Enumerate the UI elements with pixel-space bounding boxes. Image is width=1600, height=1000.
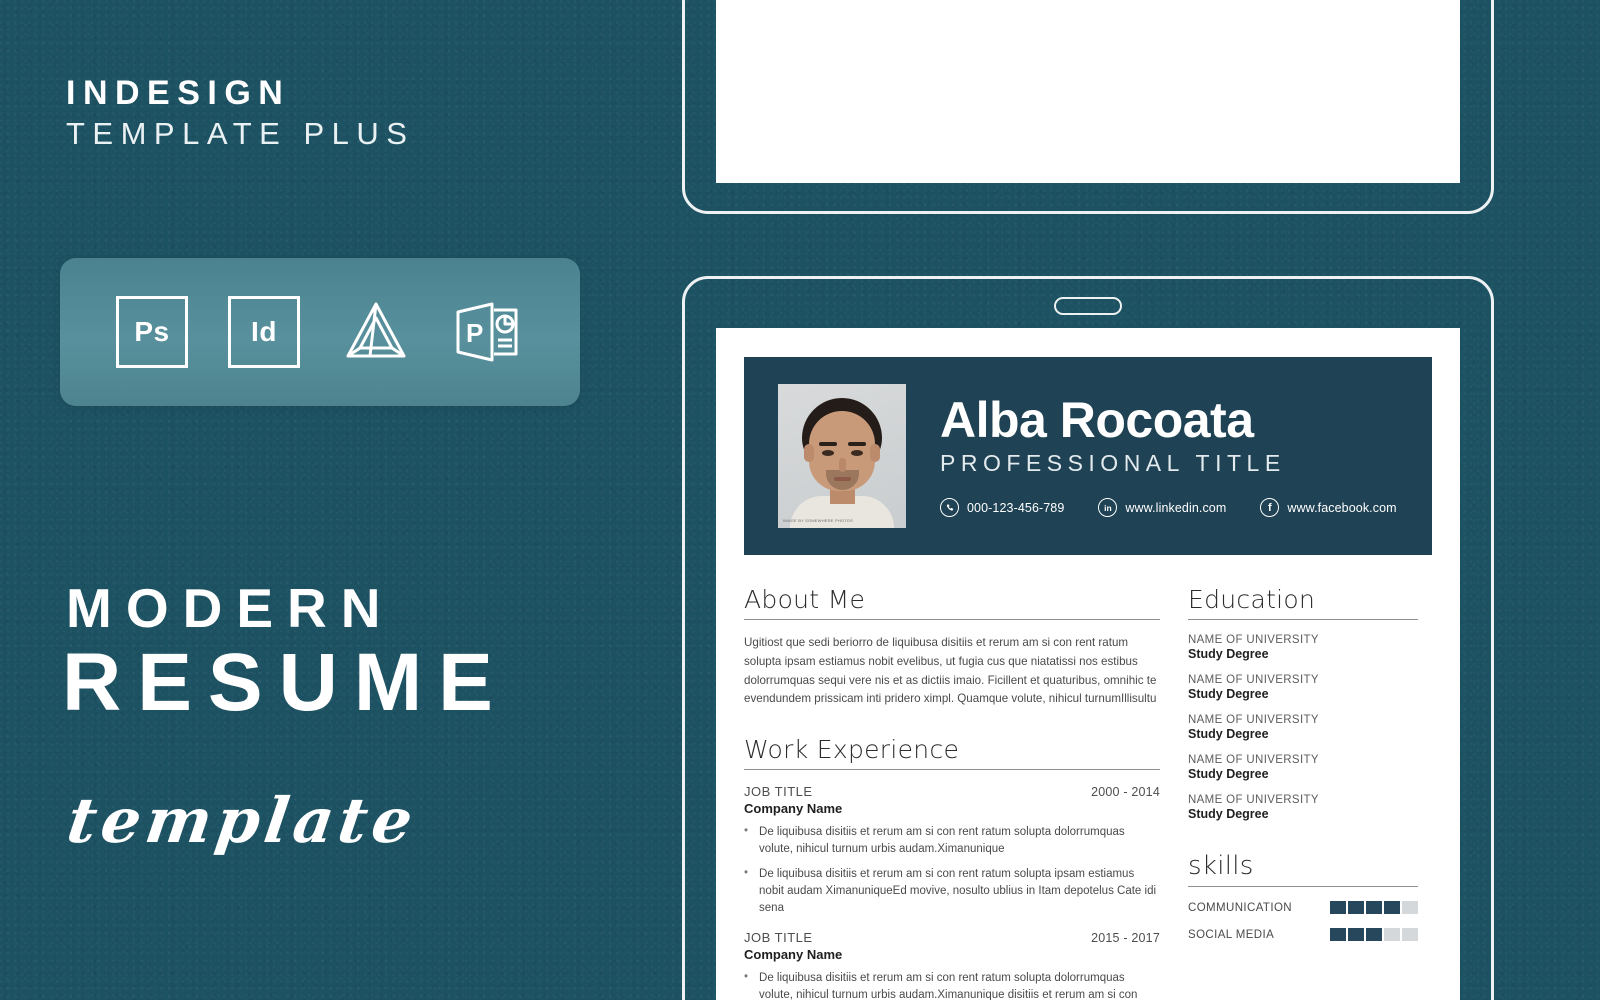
device-speaker-icon (1054, 297, 1122, 315)
resume-header: IMAGE BY SOMEWHERE PHOTOS Alba Rocoata P… (744, 357, 1432, 555)
phone-icon (940, 498, 959, 517)
section-title-about: About Me (744, 585, 1160, 620)
linkedin-icon: in (1098, 498, 1118, 517)
skill-label: COMMUNICATION (1188, 901, 1293, 914)
education-degree: Study Degree (1188, 767, 1269, 781)
indesign-icon-label: Id (228, 296, 300, 368)
education-degree: Study Degree (1188, 647, 1269, 661)
list-item: • De liquibusa disitiis et rerum am si c… (744, 866, 1160, 916)
job-title: JOB TITLE (744, 784, 813, 800)
list-item: • De liquibusa disitiis et rerum am si c… (744, 970, 1160, 1000)
promo-script-template: template (62, 784, 422, 857)
section-title-education: Education (1188, 585, 1418, 620)
education-item: NAME OF UNIVERSITY Study Degree (1188, 714, 1418, 741)
page-title: Alba Rocoata (940, 392, 1254, 448)
about-paragraph: Ugitiost que sedi beriorro de liquibusa … (744, 636, 1157, 706)
job-company: Company Name (744, 947, 843, 963)
promo-title-modern: MODERN (66, 577, 395, 639)
contact-row: 000-123-456-789 in www.linkedin.com f ww… (940, 498, 1397, 517)
promo-kicker-bold: INDESIGN (66, 74, 291, 112)
education-university: NAME OF UNIVERSITY (1188, 634, 1319, 646)
resume-page-main: IMAGE BY SOMEWHERE PHOTOS Alba Rocoata P… (716, 328, 1460, 1000)
job-entry: JOB TITLE 2015 - 2017 Company Name • De … (744, 930, 1160, 1000)
education-degree: Study Degree (1188, 807, 1269, 821)
promo-title-resume: RESUME (62, 637, 509, 728)
contact-linkedin-text: www.linkedin.com (1125, 500, 1227, 515)
bullet-text: De liquibusa disitiis et rerum am si con… (759, 826, 1125, 855)
job-date: 2015 - 2017 (1091, 931, 1160, 946)
job-company: Company Name (744, 801, 843, 817)
photo-watermark: IMAGE BY SOMEWHERE PHOTOS (783, 517, 853, 523)
avatar: IMAGE BY SOMEWHERE PHOTOS (778, 384, 906, 528)
promo-panel: INDESIGN TEMPLATE PLUS Ps Id P MODERN RE… (0, 0, 660, 1000)
bullet-dot: • (744, 971, 749, 984)
section-title-skills: skills (1188, 851, 1418, 887)
svg-text:P: P (466, 318, 483, 348)
resume-side-column: Education NAME OF UNIVERSITY Study Degre… (1188, 585, 1418, 1000)
publisher-icon: P (452, 296, 524, 368)
skill-rating (1330, 928, 1418, 941)
bullet-text: De liquibusa disitiis et rerum am si con… (759, 972, 1138, 1000)
device-mockup-bottom: IMAGE BY SOMEWHERE PHOTOS Alba Rocoata P… (682, 276, 1494, 1000)
education-degree: Study Degree (1188, 687, 1269, 701)
skill-row: SOCIAL MEDIA (1188, 928, 1418, 941)
job-title: JOB TITLE (744, 930, 813, 946)
affinity-designer-icon (340, 296, 412, 368)
resume-body: About Me Ugitiost que sedi beriorro de l… (744, 585, 1432, 1000)
contact-facebook[interactable]: f www.facebook.com (1260, 498, 1397, 517)
skill-row: COMMUNICATION (1188, 901, 1418, 914)
job-date: 2000 - 2014 (1091, 785, 1160, 800)
bullet-dot: • (744, 825, 749, 838)
compatible-apps-badge: Ps Id P (60, 258, 580, 406)
indesign-icon: Id (228, 296, 300, 368)
bullet-text: De liquibusa disitiis et rerum am si con… (759, 868, 1157, 914)
facebook-icon: f (1260, 498, 1280, 517)
bullet-dot: • (744, 867, 749, 880)
contact-facebook-text: www.facebook.com (1287, 500, 1397, 515)
education-item: NAME OF UNIVERSITY Study Degree (1188, 674, 1418, 701)
device-mockup-top: • volute, nihicul turnum urbis audam.Xim… (682, 0, 1494, 214)
education-university: NAME OF UNIVERSITY (1188, 794, 1319, 806)
education-university: NAME OF UNIVERSITY (1188, 674, 1319, 686)
education-item: NAME OF UNIVERSITY Study Degree (1188, 754, 1418, 781)
skill-rating (1330, 901, 1418, 914)
education-item: NAME OF UNIVERSITY Study Degree (1188, 634, 1418, 661)
contact-linkedin[interactable]: in www.linkedin.com (1098, 498, 1226, 517)
photoshop-icon: Ps (116, 296, 188, 368)
education-item: NAME OF UNIVERSITY Study Degree (1188, 794, 1418, 821)
professional-title: PROFESSIONAL TITLE (940, 450, 1286, 476)
section-title-work: Work Experience (744, 735, 1160, 771)
job-entry: JOB TITLE 2000 - 2014 Company Name • De … (744, 784, 1160, 916)
list-item: • De liquibusa disitiis et rerum am si c… (744, 824, 1160, 857)
promo-kicker-light: TEMPLATE PLUS (66, 116, 415, 151)
photoshop-icon-label: Ps (116, 296, 188, 368)
skill-label: SOCIAL MEDIA (1188, 928, 1275, 941)
education-degree: Study Degree (1188, 727, 1269, 741)
contact-phone[interactable]: 000-123-456-789 (940, 498, 1064, 517)
education-university: NAME OF UNIVERSITY (1188, 714, 1319, 726)
contact-phone-text: 000-123-456-789 (967, 500, 1065, 515)
education-university: NAME OF UNIVERSITY (1188, 754, 1319, 766)
resume-main-column: About Me Ugitiost que sedi beriorro de l… (744, 585, 1160, 1000)
resume-page-top: • volute, nihicul turnum urbis audam.Xim… (716, 0, 1460, 183)
